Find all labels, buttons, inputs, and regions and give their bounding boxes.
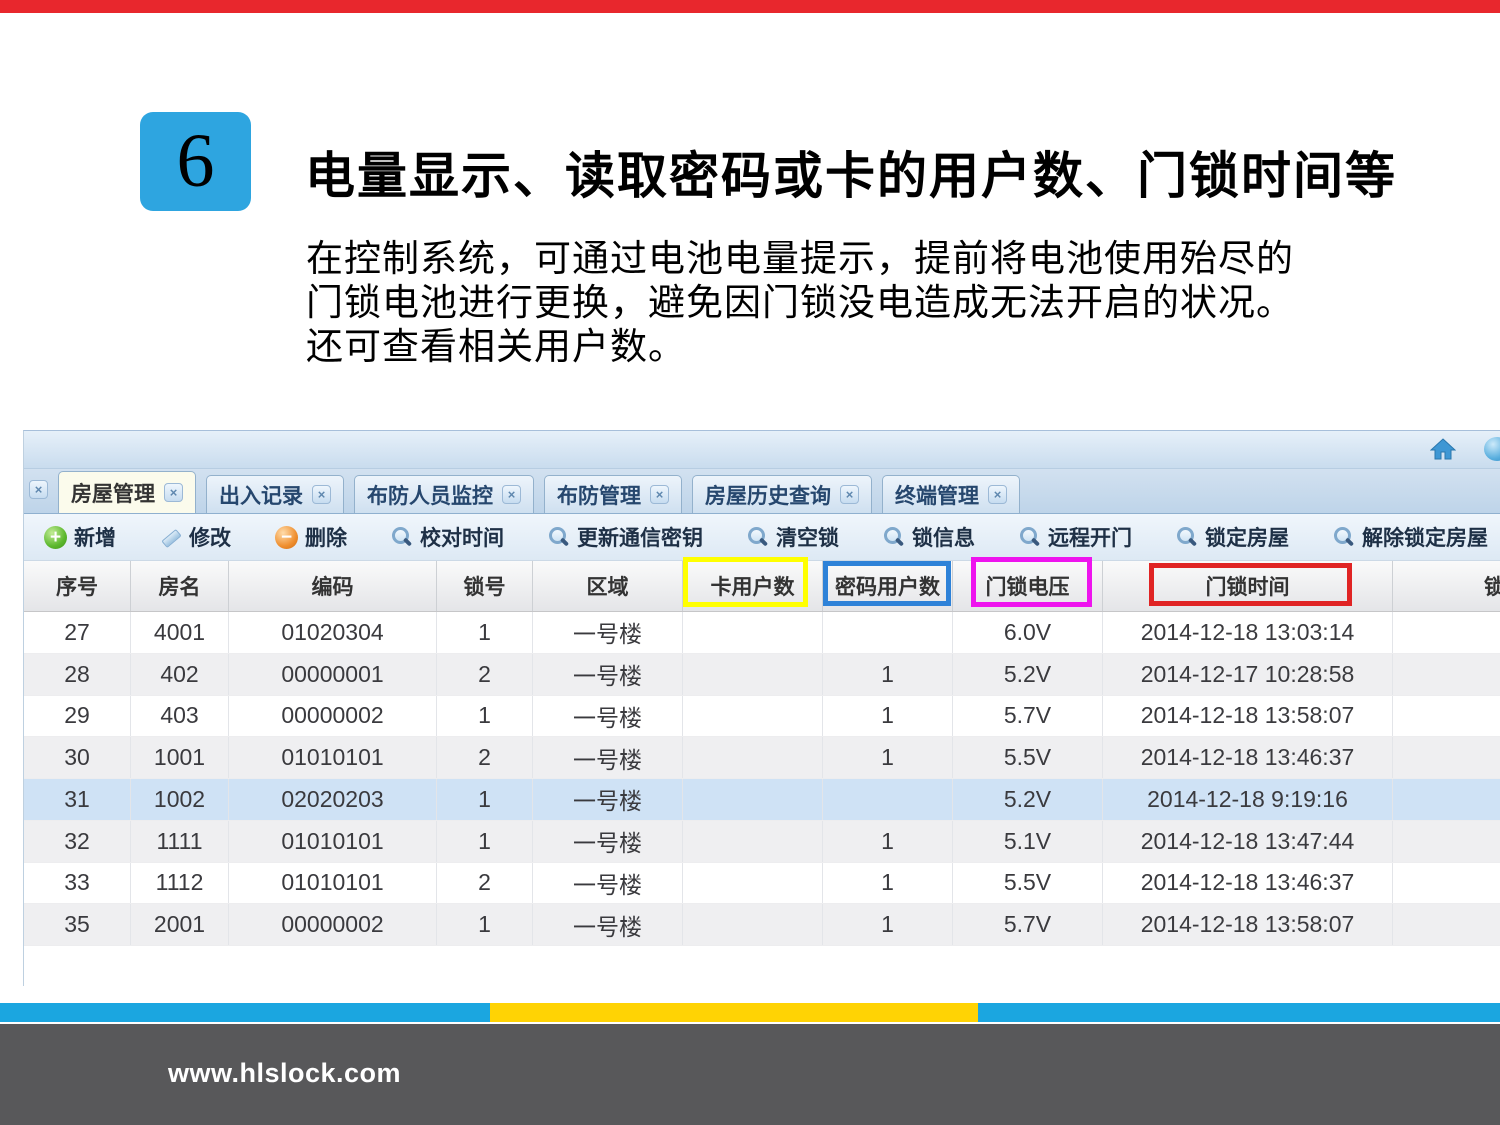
unlock-house-button[interactable]: 解除锁定房屋	[1333, 522, 1488, 552]
body-line: 还可查看相关用户数。	[306, 326, 1294, 370]
table-row[interactable]: 32 1111 01010101 1 一号楼 1 5.1V 2014-12-18…	[24, 821, 1500, 863]
tab-close-icon[interactable]: ×	[502, 485, 521, 504]
col-header-seq[interactable]: 序号	[24, 561, 131, 611]
tab-guard-management[interactable]: 布防管理 ×	[544, 475, 682, 513]
calibrate-time-button[interactable]: 校对时间	[391, 522, 504, 552]
highlight-box-card-users	[683, 557, 808, 607]
delete-button[interactable]: − 删除	[275, 522, 347, 552]
delete-icon: −	[275, 526, 298, 549]
app-screenshot: × 房屋管理 × 出入记录 × 布防人员监控 × 布防管理 × 房屋历史查询 ×	[23, 430, 1500, 986]
search-icon	[1333, 526, 1355, 548]
stripe-yellow	[490, 1003, 978, 1022]
search-icon	[747, 526, 769, 548]
tab-label: 出入记录	[219, 480, 303, 510]
top-accent-bar	[0, 0, 1500, 13]
footer-bar: www.hlslock.com	[0, 1024, 1500, 1125]
table-body: 27 4001 01020304 1 一号楼 6.0V 2014-12-18 1…	[24, 612, 1500, 946]
highlight-box-password-users	[823, 561, 951, 606]
search-icon	[391, 526, 413, 548]
highlight-box-lock-voltage	[971, 557, 1092, 607]
add-icon: +	[44, 526, 67, 549]
stripe-blue-right	[978, 1003, 1500, 1022]
home-icon[interactable]	[1430, 437, 1456, 461]
toolbar: + 新增 修改 − 删除 校对时间 更新通信密钥 清空锁	[24, 514, 1500, 561]
tab-close-icon[interactable]: ×	[840, 485, 859, 504]
col-header-lock-no[interactable]: 锁号	[437, 561, 533, 611]
clear-lock-button[interactable]: 清空锁	[747, 522, 839, 552]
tab-house-management[interactable]: 房屋管理 ×	[58, 471, 196, 513]
tab-close-icon[interactable]: ×	[650, 485, 669, 504]
tab-terminal-management[interactable]: 终端管理 ×	[882, 475, 1020, 513]
stripe-blue-left	[0, 1003, 490, 1022]
tab-label: 房屋历史查询	[705, 480, 831, 510]
remote-open-door-button[interactable]: 远程开门	[1019, 522, 1132, 552]
edit-button[interactable]: 修改	[160, 522, 231, 552]
page-title: 电量显示、读取密码或卡的用户数、门锁时间等	[305, 136, 1397, 208]
col-header-area[interactable]: 区域	[533, 561, 683, 611]
add-button[interactable]: + 新增	[44, 522, 116, 552]
clipped-header-text: 锁	[1484, 561, 1500, 611]
tab-label: 房屋管理	[71, 478, 155, 508]
tab-close-icon[interactable]: ×	[312, 485, 331, 504]
section-number-badge: 6	[140, 112, 251, 211]
body-text: 在控制系统，可通过电池电量提示，提前将电池使用殆尽的 门锁电池进行更换，避免因门…	[306, 238, 1294, 370]
body-line: 门锁电池进行更换，避免因门锁没电造成无法开启的状况。	[306, 282, 1294, 326]
footer-url: www.hlslock.com	[168, 1058, 401, 1089]
tab-strip: × 房屋管理 × 出入记录 × 布防人员监控 × 布防管理 × 房屋历史查询 ×	[24, 469, 1500, 514]
edit-icon	[160, 526, 182, 548]
table-row[interactable]: 33 1112 01010101 2 一号楼 1 5.5V 2014-12-18…	[24, 863, 1500, 905]
tab-house-history-query[interactable]: 房屋历史查询 ×	[692, 475, 872, 513]
col-header-code[interactable]: 编码	[229, 561, 437, 611]
tab-label: 终端管理	[895, 480, 979, 510]
footer-accent-stripe	[0, 1003, 1500, 1022]
tab-close-icon[interactable]: ×	[988, 485, 1007, 504]
table-row[interactable]: 35 2001 00000002 1 一号楼 1 5.7V 2014-12-18…	[24, 904, 1500, 946]
search-icon	[548, 526, 570, 548]
circle-icon[interactable]	[1484, 437, 1500, 461]
tab-close-icon[interactable]: ×	[164, 483, 183, 502]
search-icon	[1019, 526, 1041, 548]
highlight-box-lock-time	[1149, 563, 1352, 606]
table-row[interactable]: 28 402 00000001 2 一号楼 1 5.2V 2014-12-17 …	[24, 654, 1500, 696]
tab-label: 布防人员监控	[367, 480, 493, 510]
tab-label: 布防管理	[557, 480, 641, 510]
tab-access-records[interactable]: 出入记录 ×	[206, 475, 344, 513]
search-icon	[1176, 526, 1198, 548]
search-icon	[883, 526, 905, 548]
slide: 6 电量显示、读取密码或卡的用户数、门锁时间等 在控制系统，可通过电池电量提示，…	[0, 0, 1500, 1125]
tab-guard-personnel-monitor[interactable]: 布防人员监控 ×	[354, 475, 534, 513]
app-topbar	[24, 431, 1500, 469]
update-comm-key-button[interactable]: 更新通信密钥	[548, 522, 703, 552]
body-line: 在控制系统，可通过电池电量提示，提前将电池使用殆尽的	[306, 238, 1294, 282]
col-header-room-name[interactable]: 房名	[131, 561, 229, 611]
table-row[interactable]: 27 4001 01020304 1 一号楼 6.0V 2014-12-18 1…	[24, 612, 1500, 654]
table-row[interactable]: 30 1001 01010101 2 一号楼 1 5.5V 2014-12-18…	[24, 737, 1500, 779]
lock-info-button[interactable]: 锁信息	[883, 522, 975, 552]
lock-house-button[interactable]: 锁定房屋	[1176, 522, 1289, 552]
table-row-selected[interactable]: 31 1002 02020203 1 一号楼 5.2V 2014-12-18 9…	[24, 779, 1500, 821]
close-all-tabs-icon[interactable]: ×	[29, 480, 48, 499]
table-row[interactable]: 29 403 00000002 1 一号楼 1 5.7V 2014-12-18 …	[24, 696, 1500, 738]
